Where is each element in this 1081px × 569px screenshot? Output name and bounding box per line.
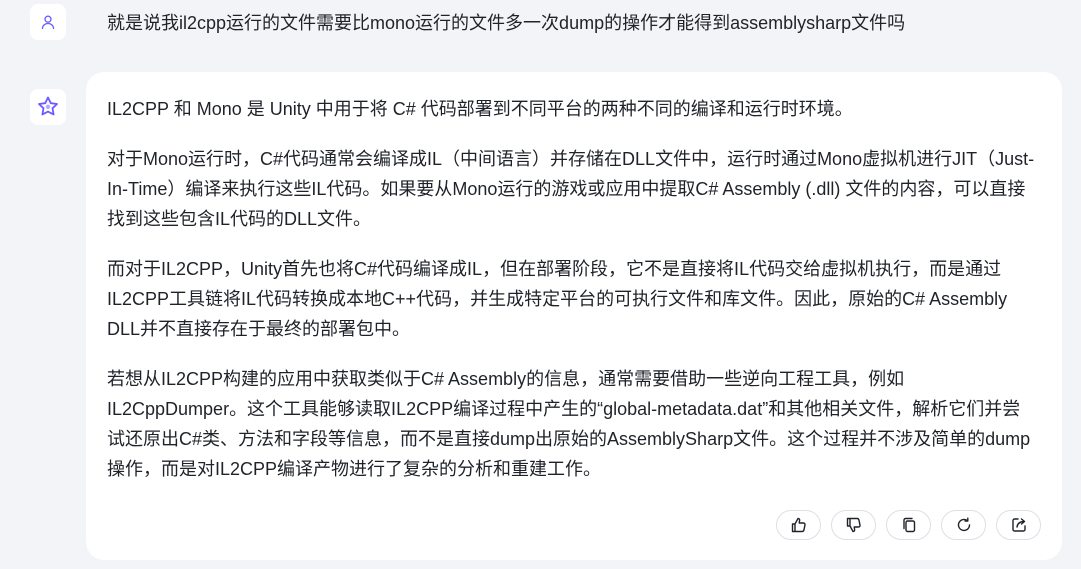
- regenerate-button[interactable]: [941, 510, 986, 540]
- paragraph: IL2CPP 和 Mono 是 Unity 中用于将 C# 代码部署到不同平台的…: [107, 99, 853, 119]
- assistant-avatar: [30, 89, 66, 125]
- share-button[interactable]: [996, 510, 1041, 540]
- like-button[interactable]: [776, 510, 821, 540]
- thumbs-up-icon: [791, 517, 806, 533]
- paragraph: 而对于IL2CPP，Unity首先也将C#代码编译成IL，但在部署阶段，它不是直…: [107, 259, 1008, 339]
- dislike-button[interactable]: [831, 510, 876, 540]
- copy-icon: [902, 517, 915, 533]
- kimi-logo-icon: [38, 96, 58, 116]
- copy-button[interactable]: [886, 510, 931, 540]
- chat-page: 就是说我il2cpp运行的文件需要比mono运行的文件多一次dump的操作才能得…: [0, 0, 1081, 569]
- paragraph: 对于Mono运行时，C#代码通常会编译成IL（中间语言）并存储在DLL文件中，运…: [107, 149, 1035, 229]
- assistant-message-content: IL2CPP 和 Mono 是 Unity 中用于将 C# 代码部署到不同平台的…: [107, 94, 1037, 504]
- paragraph: 若想从IL2CPP构建的应用中获取类似于C# Assembly的信息，通常需要借…: [107, 369, 1031, 479]
- assistant-message-bubble: IL2CPP 和 Mono 是 Unity 中用于将 C# 代码部署到不同平台的…: [86, 72, 1062, 560]
- share-icon: [1011, 518, 1026, 532]
- thumbs-down-icon: [846, 517, 861, 533]
- user-message-text: 就是说我il2cpp运行的文件需要比mono运行的文件多一次dump的操作才能得…: [107, 13, 906, 33]
- message-actions: [776, 510, 1041, 540]
- regenerate-icon: [957, 517, 970, 532]
- user-avatar: [30, 4, 66, 40]
- person-icon: [41, 15, 55, 30]
